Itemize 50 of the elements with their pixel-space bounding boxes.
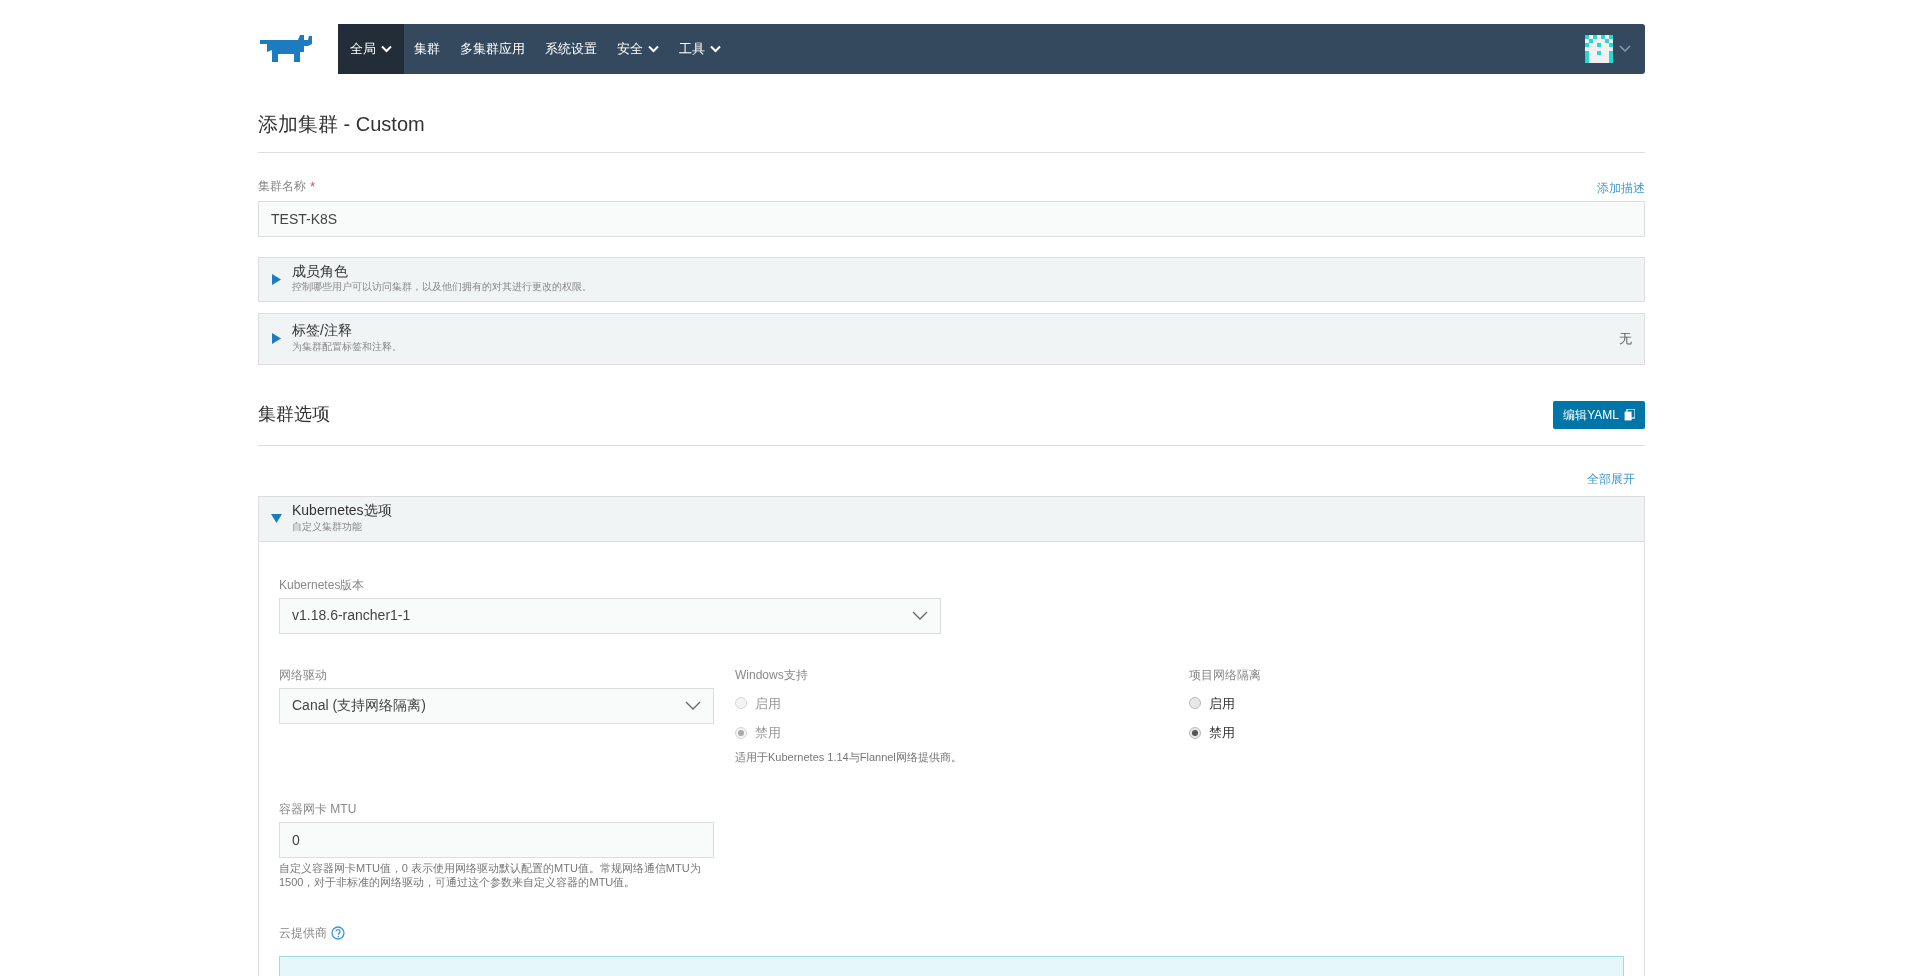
field-label: Kubernetes版本 [279,576,366,594]
field-label: Windows支持 [735,666,809,684]
caret-icon [710,45,721,53]
cluster-name-input[interactable]: TEST-K8S [258,200,1645,237]
accordion-header[interactable]: 标签/注释 为集群配置标签和注释。 无 [258,312,1645,365]
collapse-icon[interactable] [271,513,282,524]
accordion-subtitle: 自定义集群功能 [292,519,363,534]
caret-icon [381,45,392,53]
field-label: 网络驱动 [279,666,328,684]
edit-yaml-button[interactable]: 编辑YAML [1553,400,1645,429]
accordion-title: 成员角色 [292,263,349,280]
field-label: 容器网卡 MTU [279,801,358,819]
copy-icon [1624,408,1635,421]
nav-tab[interactable]: 工具 [669,24,731,74]
status-text: 无 [1619,329,1632,348]
select-field[interactable]: Canal (支持网络隔离) [279,687,714,724]
page-title: 添加集群 - Custom [258,112,1645,153]
nav-tab[interactable]: 集群 [404,24,450,74]
caret-icon[interactable] [1619,45,1631,53]
accordion-subtitle: 控制哪些用户可以访问集群，以及他们拥有的对其进行更改的权限。 [292,280,592,295]
expand-icon[interactable] [271,333,282,344]
accordion-header[interactable]: 成员角色 控制哪些用户可以访问集群，以及他们拥有的对其进行更改的权限。 [258,256,1645,302]
section-title: 集群选项 [258,403,330,426]
nav-tab[interactable]: 安全 [607,24,669,74]
radio-icon[interactable] [1189,726,1201,739]
nav-tab[interactable]: 系统设置 [535,24,607,74]
caret-icon [648,45,659,53]
help-text: 自定义容器网卡MTU值，0 表示使用网络驱动默认配置的MTU值。常规网络通信MTU为1500，对于非标准的网络驱动，可通过这个参数来自定义容器的MTU值。 [279,862,702,890]
required-mark: * [310,178,316,196]
select-field[interactable]: v1.18.6-rancher1-1 [279,597,941,634]
help-text: 适用于Kubernetes 1.14与Flannel网络提供商。 [735,750,963,765]
radio-label: 启用 [1209,694,1235,713]
nav-tab[interactable]: 全局 [338,24,404,74]
expand-icon[interactable] [271,273,282,285]
chevron-icon [912,610,928,621]
radio-label: 禁用 [755,724,781,742]
accordion-title: 标签/注释 [292,323,353,339]
field-label: 集群名称 [258,178,306,195]
field-label: 项目网络隔离 [1189,666,1262,684]
accordion-title: Kubernetes选项 [292,503,392,519]
nav-tab[interactable]: 多集群应用 [450,24,535,74]
radio-label: 禁用 [1209,724,1235,742]
field-label: 云提供商 [279,924,327,942]
accordion-subtitle: 为集群配置标签和注释。 [292,339,402,354]
help-icon[interactable] [331,925,345,940]
mtu-input[interactable]: 0 [279,822,714,859]
chevron-icon [685,700,701,711]
radio-icon[interactable] [1189,697,1201,710]
accordion-header[interactable]: Kubernetes选项 自定义集群功能 [258,495,1645,542]
radio-label: 启用 [755,694,781,713]
